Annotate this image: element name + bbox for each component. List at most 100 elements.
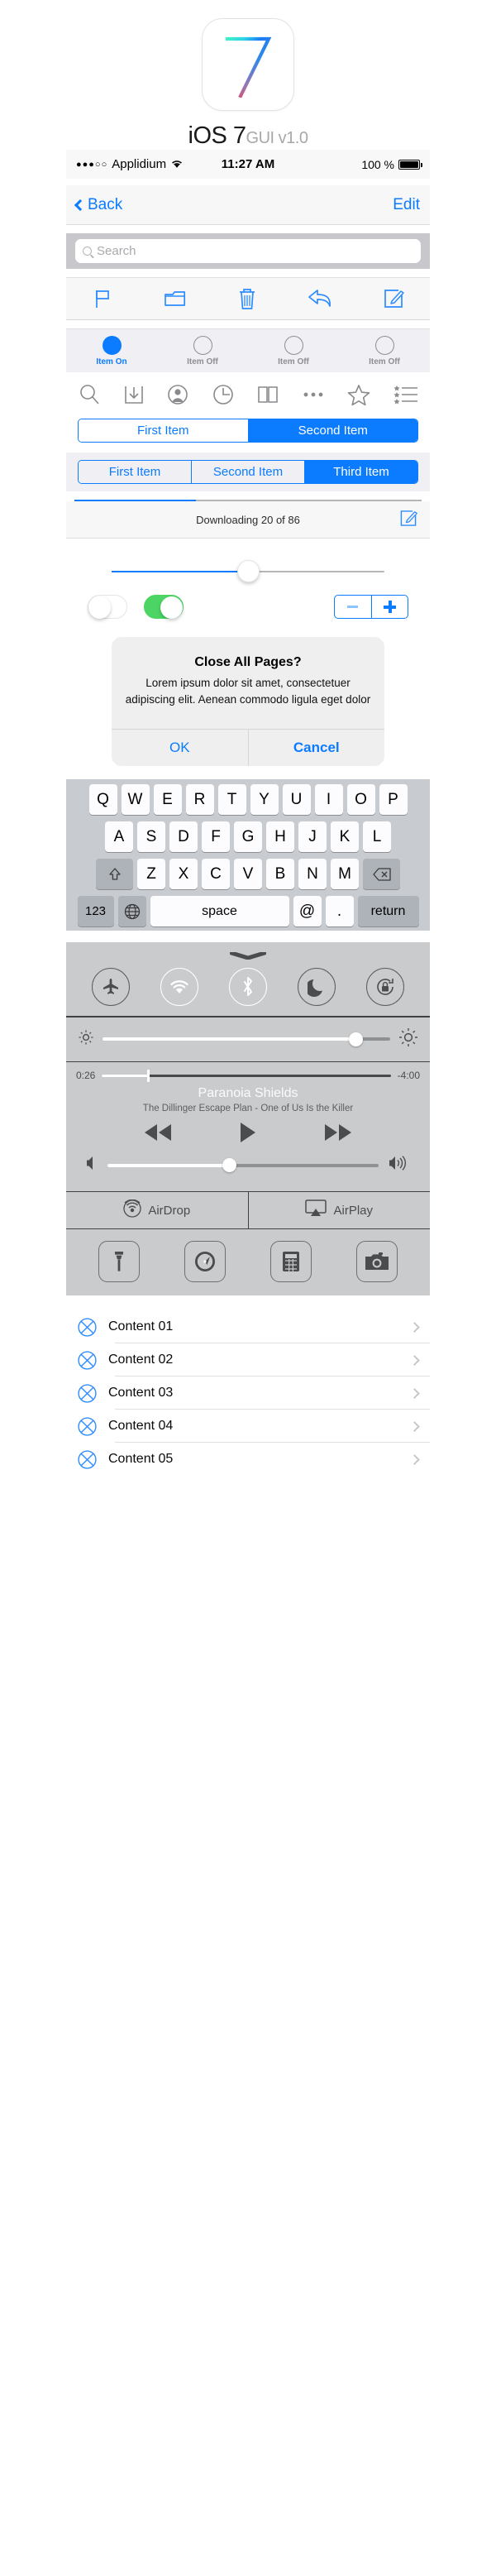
bookmarks-book-icon[interactable] [256,384,279,405]
star-icon[interactable] [346,383,371,406]
segment-first-item[interactable]: First Item [79,419,248,442]
at-key[interactable]: @ [293,896,322,927]
reading-list-icon[interactable] [393,385,418,405]
key-s[interactable]: S [137,821,165,853]
compose-icon[interactable] [398,509,418,531]
trash-icon[interactable] [237,286,257,311]
segment-second-item[interactable]: Second Item [247,419,417,442]
camera-icon[interactable] [356,1241,398,1283]
airplay-button[interactable]: AirPlay [247,1192,431,1229]
brightness-slider[interactable] [103,1032,390,1046]
delete-icon[interactable] [363,859,400,890]
key-n[interactable]: N [298,859,327,890]
history-clock-icon[interactable] [212,383,235,406]
key-p[interactable]: P [379,784,408,816]
switch-off[interactable] [88,595,127,619]
flashlight-icon[interactable] [98,1241,140,1283]
tab-item-4[interactable]: Item Off [339,335,430,366]
reply-icon[interactable] [307,288,333,309]
edit-button[interactable]: Edit [393,196,420,214]
key-y[interactable]: Y [250,784,279,816]
key-h[interactable]: H [266,821,294,853]
brightness-knob[interactable] [348,1032,363,1046]
key-v[interactable]: V [234,859,262,890]
key-f[interactable]: F [202,821,230,853]
globe-icon[interactable] [117,896,146,927]
music-scrubber[interactable] [102,1069,391,1082]
tab-item-3[interactable]: Item Off [248,335,339,366]
key-k[interactable]: K [331,821,359,853]
segment-second-item[interactable]: Second Item [191,461,304,483]
numeric-key[interactable]: 123 [77,896,114,927]
airplane-mode-icon[interactable] [91,968,130,1007]
volume-slider[interactable] [107,1158,379,1173]
list-item[interactable]: Content 05 [66,1443,430,1476]
key-q[interactable]: Q [88,784,117,816]
period-key[interactable]: . [325,896,354,927]
slider-knob[interactable] [236,560,260,582]
space-key[interactable]: space [150,896,289,927]
stepper[interactable] [334,595,408,619]
slider[interactable] [112,560,384,583]
flag-icon[interactable] [91,287,114,310]
key-j[interactable]: J [298,821,327,853]
key-d[interactable]: D [169,821,198,853]
key-x[interactable]: X [169,859,198,890]
airdrop-button[interactable]: AirDrop [66,1192,248,1228]
timer-clock-icon[interactable] [184,1241,226,1283]
list-item[interactable]: Content 04 [66,1410,430,1444]
bluetooth-icon[interactable] [228,968,267,1007]
segmented-control-three[interactable]: First Item Second Item Third Item [78,460,418,484]
key-e[interactable]: E [153,784,182,816]
stepper-increment-button[interactable] [370,596,408,618]
key-b[interactable]: B [266,859,294,890]
key-r[interactable]: R [185,784,214,816]
contact-icon[interactable] [166,383,189,406]
share-download-icon[interactable] [123,383,145,406]
list-item[interactable]: Content 02 [66,1343,430,1377]
play-icon[interactable] [239,1122,257,1147]
return-key[interactable]: return [357,896,419,927]
do-not-disturb-moon-icon[interactable] [298,968,336,1007]
key-l[interactable]: L [363,821,391,853]
key-t[interactable]: T [217,784,246,816]
music-playhead[interactable] [146,1069,150,1082]
fast-forward-icon[interactable] [322,1123,355,1147]
key-g[interactable]: G [234,821,262,853]
key-o[interactable]: O [346,784,375,816]
segmented-control-two-wrapper: First Item Second Item [66,412,430,449]
compose-icon[interactable] [382,287,405,310]
rewind-icon[interactable] [141,1123,174,1147]
alert-cancel-button[interactable]: Cancel [247,730,385,767]
shift-icon[interactable] [96,859,133,890]
switch-on[interactable] [144,595,184,619]
key-u[interactable]: U [282,784,311,816]
wifi-icon[interactable] [160,968,198,1007]
key-a[interactable]: A [105,821,133,853]
mail-toolbar [66,277,430,320]
key-w[interactable]: W [121,784,150,816]
list-item[interactable]: Content 01 [66,1310,430,1344]
more-dots-icon[interactable] [302,390,325,399]
keyboard: QWERTYUIOP ASDFGHJKL ZXCVBNM 123 space @… [66,779,430,931]
key-i[interactable]: I [314,784,343,816]
list-item[interactable]: Content 03 [66,1377,430,1410]
segment-first-item[interactable]: First Item [79,461,191,483]
alert-ok-button[interactable]: OK [112,730,248,766]
key-c[interactable]: C [202,859,230,890]
volume-knob[interactable] [222,1158,237,1173]
folder-icon[interactable] [163,287,188,310]
tab-item-2[interactable]: Item Off [157,335,248,366]
stepper-decrement-button[interactable] [335,596,371,618]
search-input[interactable]: Search [75,239,421,263]
key-m[interactable]: M [331,859,359,890]
search-icon[interactable] [78,383,101,406]
key-z[interactable]: Z [137,859,165,890]
segment-third-item[interactable]: Third Item [304,461,417,483]
tab-item-1[interactable]: Item On [66,335,157,366]
calculator-icon[interactable] [270,1241,312,1283]
segmented-control-two[interactable]: First Item Second Item [78,419,418,443]
rotation-lock-icon[interactable] [366,968,405,1007]
grabber-icon[interactable] [229,949,267,960]
back-button[interactable]: Back [74,196,122,214]
